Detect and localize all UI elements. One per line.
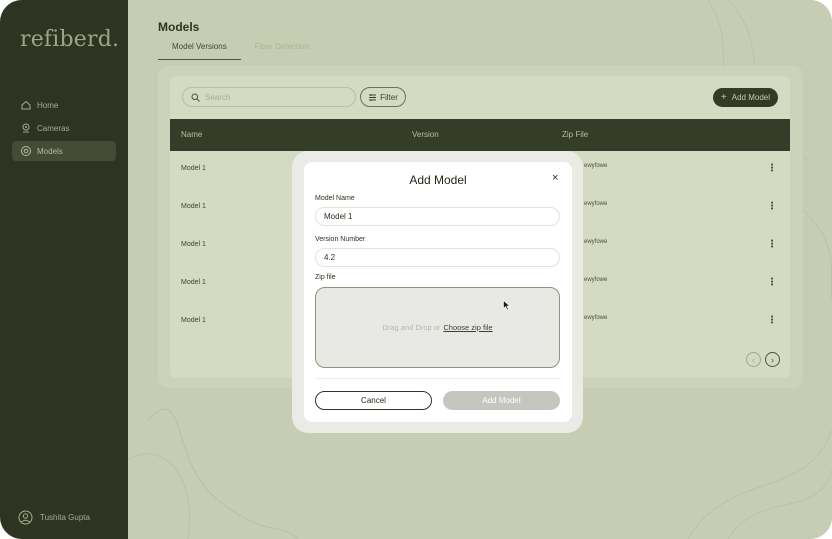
cell-zip[interactable]: ewyfowe: [584, 163, 607, 169]
cell-name: Model 1: [181, 279, 206, 286]
sidebar-item-home[interactable]: Home: [12, 95, 116, 115]
search-input[interactable]: Search: [182, 87, 356, 107]
zip-file-label: Zip file: [315, 274, 336, 281]
cell-name: Model 1: [181, 241, 206, 248]
cell-name: Model 1: [181, 203, 206, 210]
prev-page-button[interactable]: ‹: [746, 352, 761, 367]
cell-name: Model 1: [181, 317, 206, 324]
model-name-input[interactable]: Model 1: [315, 207, 560, 226]
search-icon: [191, 93, 200, 102]
sidebar-item-label: Home: [37, 100, 59, 110]
filter-label: Filter: [380, 92, 398, 102]
cancel-button[interactable]: Cancel: [315, 391, 432, 410]
submit-add-model-button[interactable]: Add Model: [443, 391, 560, 410]
sidebar-item-label: Cameras: [37, 123, 70, 133]
models-icon: [20, 145, 32, 157]
camera-icon: [20, 122, 32, 134]
more-options-icon[interactable]: ⋮: [767, 201, 777, 212]
cell-name: Model 1: [181, 165, 206, 172]
search-placeholder: Search: [205, 92, 231, 102]
model-name-label: Model Name: [315, 195, 355, 202]
cell-zip[interactable]: ewyfowe: [584, 239, 607, 245]
next-page-button[interactable]: ›: [765, 352, 780, 367]
user-icon: [18, 510, 33, 525]
sidebar-item-models[interactable]: Models: [12, 141, 116, 161]
sidebar-item-cameras[interactable]: Cameras: [12, 118, 116, 138]
close-icon[interactable]: ×: [552, 172, 558, 184]
add-model-label: Add Model: [731, 93, 770, 102]
column-header-version[interactable]: Version: [412, 130, 439, 139]
filter-icon: [368, 93, 377, 102]
version-number-label: Version Number: [315, 236, 366, 243]
more-options-icon[interactable]: ⋮: [767, 239, 777, 250]
add-model-button[interactable]: + Add Model: [712, 88, 778, 107]
more-options-icon[interactable]: ⋮: [767, 277, 777, 288]
cell-zip[interactable]: ewyfowe: [584, 277, 607, 283]
sidebar: refiberd. Home Cameras Models Tushita Gu…: [0, 0, 128, 539]
column-header-name[interactable]: Name: [181, 130, 202, 139]
more-options-icon[interactable]: ⋮: [767, 315, 777, 326]
choose-zip-link[interactable]: Choose zip file: [443, 323, 492, 332]
dialog-title: Add Model: [409, 173, 467, 187]
user-profile[interactable]: Tushita Gupta: [18, 510, 90, 525]
version-number-input[interactable]: 4.2: [315, 248, 560, 267]
zip-dropzone[interactable]: Drag and Drop or Choose zip file: [315, 287, 560, 368]
app-logo: refiberd.: [20, 27, 120, 52]
column-header-zip[interactable]: Zip File: [562, 130, 588, 139]
mouse-cursor-icon: [503, 300, 511, 311]
sidebar-nav: Home Cameras Models: [12, 95, 116, 164]
pagination: ‹ ›: [742, 352, 780, 367]
tab-model-versions[interactable]: Model Versions: [158, 40, 241, 60]
dialog-divider: [315, 378, 560, 379]
sidebar-item-label: Models: [37, 146, 63, 156]
plus-icon: +: [720, 92, 727, 103]
tab-fiber-detection[interactable]: Fiber Detection: [241, 40, 323, 60]
app-window: refiberd. Home Cameras Models Tushita Gu…: [0, 0, 832, 539]
cell-zip[interactable]: ewyfowe: [584, 201, 607, 207]
page-title: Models: [158, 20, 200, 34]
home-icon: [20, 99, 32, 111]
cell-zip[interactable]: ewyfowe: [584, 315, 607, 321]
add-model-dialog: Add Model × Model Name Model 1 Version N…: [304, 162, 572, 422]
user-name: Tushita Gupta: [40, 513, 90, 522]
more-options-icon[interactable]: ⋮: [767, 163, 777, 174]
filter-button[interactable]: Filter: [360, 87, 406, 107]
dropzone-hint: Drag and Drop or: [382, 323, 441, 332]
subtabs: Model Versions Fiber Detection: [158, 40, 323, 60]
table-header: Name Version Zip File: [170, 119, 790, 151]
